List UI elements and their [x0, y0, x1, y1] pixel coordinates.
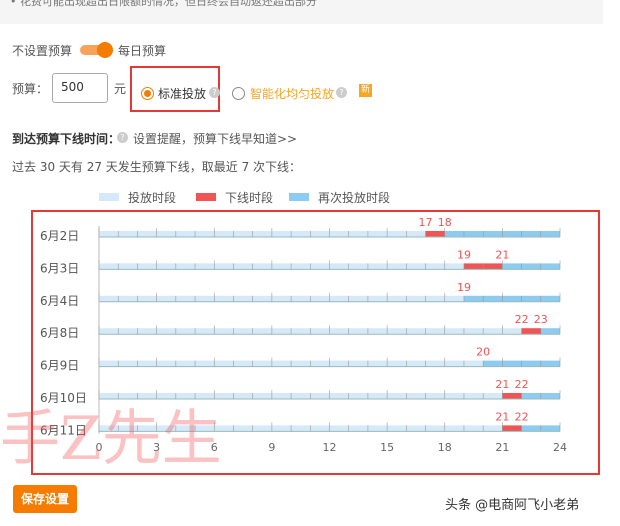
x-tick-label: 21 — [495, 441, 509, 454]
row-date-label: 6月4日 — [40, 294, 79, 308]
offline-segment — [502, 393, 522, 399]
row-date-label: 6月8日 — [40, 326, 79, 340]
x-tick-label: 18 — [438, 441, 452, 454]
offline-time-label: 18 — [438, 216, 452, 229]
watermark: 手Z先生 — [0, 404, 222, 474]
x-tick-label: 15 — [380, 441, 394, 454]
offline-time-label: 22 — [515, 313, 529, 326]
row-date-label: 6月9日 — [40, 359, 79, 373]
x-tick-label: 9 — [268, 441, 275, 454]
row-date-label: 6月2日 — [40, 229, 79, 243]
offline-segment — [425, 231, 445, 237]
offline-time-label: 22 — [515, 410, 529, 423]
x-tick-label: 12 — [323, 441, 337, 454]
resumed-segment — [463, 295, 560, 302]
offline-segment — [502, 425, 522, 432]
offline-time-label: 21 — [495, 410, 509, 423]
x-tick-label: 24 — [553, 441, 567, 454]
active-segment — [99, 295, 464, 302]
offline-time-label: 19 — [457, 281, 471, 294]
active-segment — [99, 231, 426, 237]
offline-segment — [521, 328, 541, 335]
active-segment — [99, 263, 464, 270]
offline-time-label: 19 — [457, 248, 471, 261]
save-button[interactable]: 保存设置 — [13, 485, 77, 513]
footer-watermark: 头条 @电商阿飞小老弟 — [445, 498, 580, 513]
offline-time-label: 17 — [419, 216, 433, 229]
offline-time-label: 23 — [534, 313, 548, 326]
offline-time-label: 22 — [515, 378, 529, 391]
offline-time-label: 20 — [476, 346, 490, 359]
row-date-label: 6月3日 — [40, 261, 79, 275]
resumed-segment — [540, 328, 560, 335]
offline-time-label: 21 — [495, 378, 509, 391]
resumed-segment — [502, 263, 560, 270]
offline-time-label: 21 — [495, 248, 509, 261]
